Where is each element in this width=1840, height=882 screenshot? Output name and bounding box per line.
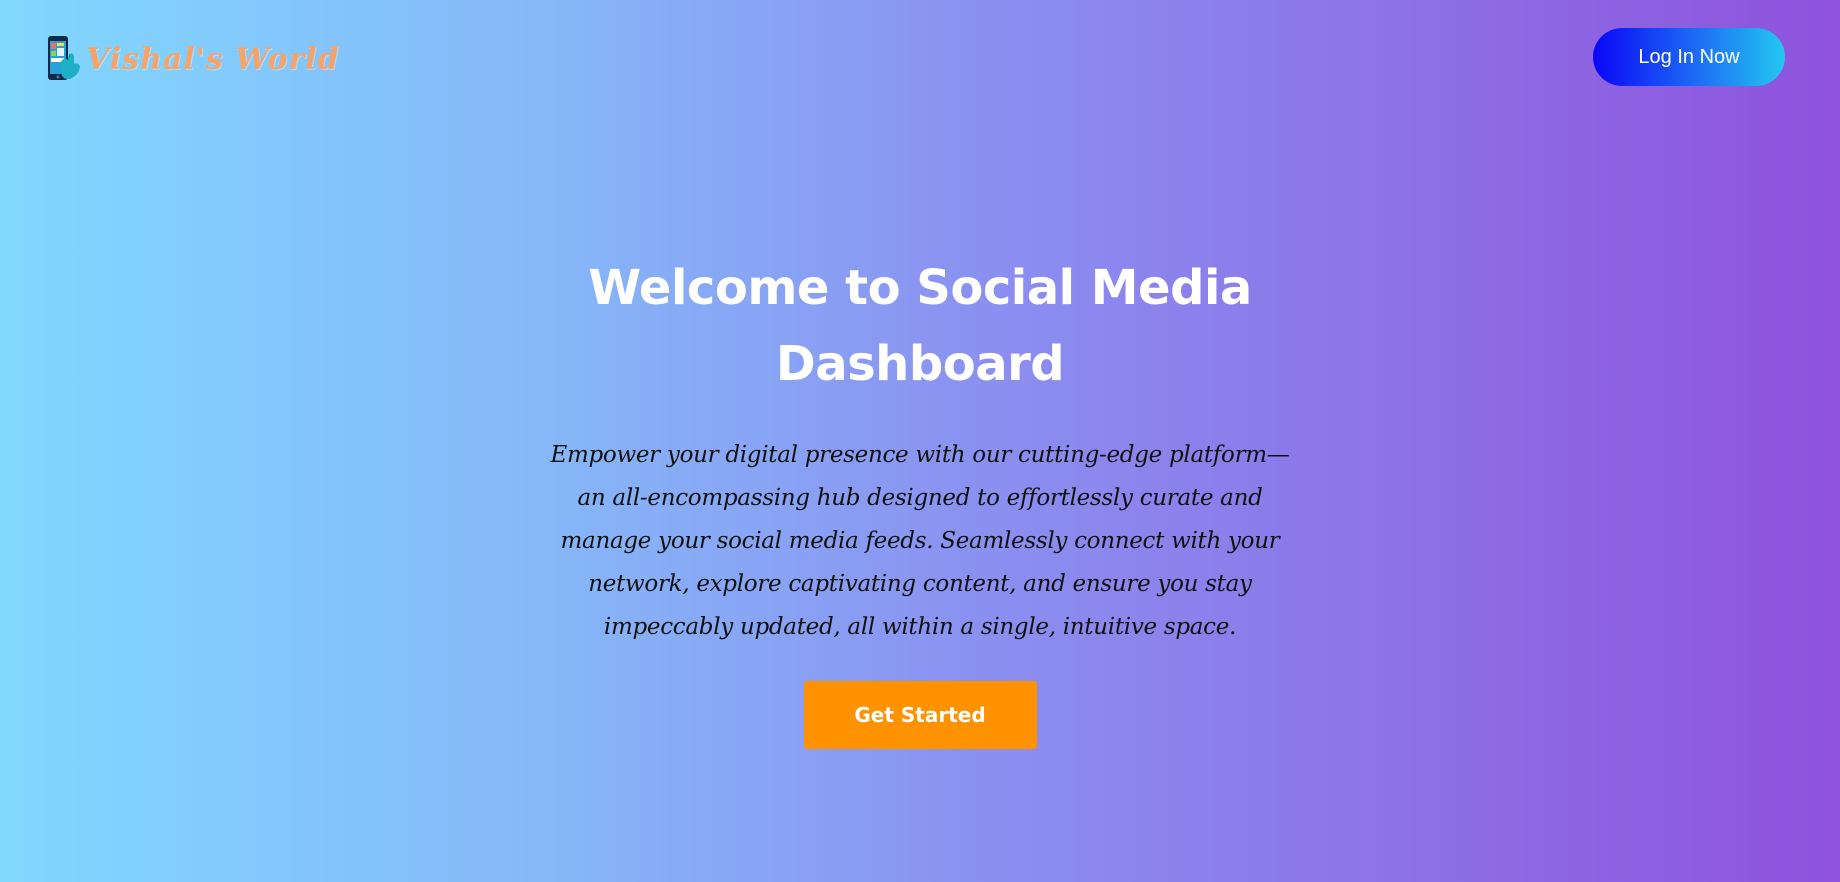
site-header: Vishal's World Log In Now: [0, 0, 1840, 114]
hero-title: Welcome to Social Media Dashboard: [588, 260, 1252, 392]
hero-description: Empower your digital presence with our c…: [550, 442, 1290, 640]
login-button[interactable]: Log In Now: [1593, 28, 1785, 86]
hero-section: Welcome to Social Media Dashboard Empowe…: [0, 250, 1840, 749]
get-started-button[interactable]: Get Started: [803, 681, 1037, 749]
logo-text: Vishal's World: [86, 41, 340, 77]
site-logo[interactable]: Vishal's World: [46, 34, 340, 84]
phone-logo-icon: [46, 34, 84, 84]
